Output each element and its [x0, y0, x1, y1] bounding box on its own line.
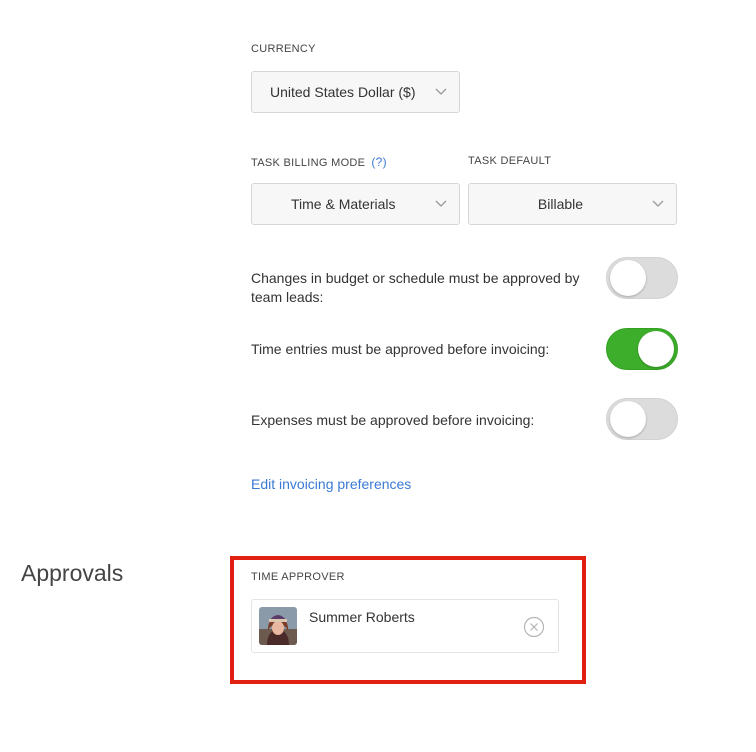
help-link[interactable]: (?) — [371, 155, 387, 169]
toggle-knob — [638, 331, 674, 367]
toggle-knob — [610, 260, 646, 296]
task-billing-mode-value: Time & Materials — [291, 196, 396, 212]
time-approver-label: TIME APPROVER — [251, 571, 345, 583]
chevron-down-icon — [435, 88, 447, 95]
budget-approval-toggle[interactable] — [606, 257, 678, 299]
expenses-approval-toggle[interactable] — [606, 398, 678, 440]
approver-name: Summer Roberts — [309, 609, 415, 625]
expenses-approval-text: Expenses must be approved before invoici… — [251, 412, 535, 428]
time-approver-field[interactable]: Summer Roberts — [251, 599, 559, 653]
avatar — [259, 607, 297, 645]
task-billing-mode-label: TASK BILLING MODE (?) — [251, 155, 387, 169]
currency-select[interactable]: United States Dollar ($) — [251, 71, 460, 113]
toggle-knob — [610, 401, 646, 437]
time-entries-approval-toggle[interactable] — [606, 328, 678, 370]
edit-invoicing-preferences-link[interactable]: Edit invoicing preferences — [251, 476, 411, 492]
task-default-value: Billable — [537, 196, 584, 212]
chevron-down-icon — [435, 200, 447, 207]
time-entries-approval-text: Time entries must be approved before inv… — [251, 341, 550, 357]
currency-label: CURRENCY — [251, 43, 316, 55]
approvals-section-title: Approvals — [21, 560, 124, 586]
chevron-down-icon — [652, 200, 664, 207]
task-billing-mode-select[interactable]: Time & Materials — [251, 183, 460, 225]
budget-approval-text: Changes in budget or schedule must be ap… — [251, 270, 580, 305]
currency-select-value: United States Dollar ($) — [270, 84, 416, 100]
close-icon[interactable] — [523, 616, 545, 638]
task-default-select[interactable]: Billable — [468, 183, 677, 225]
task-default-label: TASK DEFAULT — [468, 155, 552, 167]
task-billing-mode-label-text: TASK BILLING MODE — [251, 157, 366, 169]
